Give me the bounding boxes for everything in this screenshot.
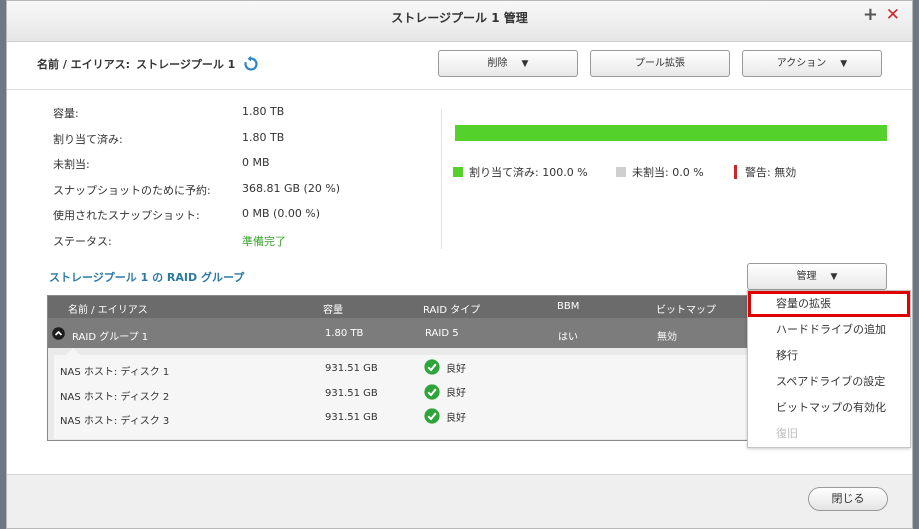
title-bar: ストレージプール 1 管理 + ✕ xyxy=(7,1,912,42)
window-title: ストレージプール 1 管理 xyxy=(391,11,528,25)
legend-warning-label: 警告: 無効 xyxy=(745,166,797,179)
pool-name-value: ストレージプール 1 xyxy=(136,58,236,71)
header-divider xyxy=(7,89,912,90)
delete-button-label: 削除 xyxy=(487,58,508,69)
check-circle-icon xyxy=(424,383,440,400)
disk-status-label: 良好 xyxy=(446,388,466,399)
info-value: 1.80 TB xyxy=(242,130,285,144)
menu-item-recover: 復旧 xyxy=(776,427,798,440)
group-name: RAID グループ 1 xyxy=(72,332,149,343)
manage-button-label: 管理 xyxy=(796,271,817,282)
info-key: 使用されたスナップショット: xyxy=(53,209,200,223)
menu-item-add-hard-drive[interactable]: ハードドライブの追加 xyxy=(748,317,910,343)
raid-section-title: ストレージプール 1 の RAID グループ xyxy=(49,271,245,284)
dialog-footer: 閉じる xyxy=(7,474,912,528)
plus-icon[interactable]: + xyxy=(863,5,878,25)
manage-dropdown-menu: 容量の拡張 ハードドライブの追加 移行 スペアドライブの設定 ビットマップの有効… xyxy=(747,290,911,448)
disk-status: 良好 xyxy=(424,359,466,375)
usage-bar xyxy=(455,125,887,141)
usage-bar-fill xyxy=(455,125,887,141)
refresh-icon[interactable] xyxy=(243,56,259,72)
delete-button[interactable]: 削除 ▼ xyxy=(438,50,578,77)
group-capacity: 1.80 TB xyxy=(325,328,364,339)
manage-button[interactable]: 管理 ▼ xyxy=(747,263,887,290)
menu-item-enable-bitmap[interactable]: ビットマップの有効化 xyxy=(748,395,910,421)
warning-swatch xyxy=(734,165,737,179)
disk-capacity: 931.51 GB xyxy=(325,387,378,399)
info-key: スナップショットのために予約: xyxy=(53,183,211,197)
menu-item-expand-capacity[interactable]: 容量の拡張 xyxy=(748,291,910,317)
allocated-swatch xyxy=(453,167,463,177)
check-circle-icon xyxy=(424,359,440,375)
column-header: RAID タイプ xyxy=(423,305,481,316)
info-value: 0 MB (0.00 %) xyxy=(242,207,321,221)
close-icon[interactable]: ✕ xyxy=(886,5,900,25)
disk-status-label: 良好 xyxy=(446,363,466,375)
column-header: ビットマップ xyxy=(656,305,716,316)
legend-unallocated-label: 未割当: 0.0 % xyxy=(632,166,704,179)
action-button[interactable]: アクション ▼ xyxy=(742,50,882,77)
expand-pointer xyxy=(66,348,80,355)
menu-item-migrate[interactable]: 移行 xyxy=(748,343,910,369)
expand-pool-button-label: プール拡張 xyxy=(635,58,685,69)
info-value: 368.81 GB (20 %) xyxy=(242,181,341,195)
chevron-down-icon: ▼ xyxy=(830,272,838,282)
check-circle-icon xyxy=(424,408,440,424)
column-header: 名前 / エイリアス xyxy=(68,305,148,316)
expand-pool-button[interactable]: プール拡張 xyxy=(590,50,730,77)
disk-status: 良好 xyxy=(424,408,466,424)
action-button-label: アクション xyxy=(776,58,827,69)
disk-status: 良好 xyxy=(424,383,466,400)
legend-allocated-label: 割り当て済み: 100.0 % xyxy=(469,166,588,179)
legend-allocated: 割り当て済み: 100.0 % xyxy=(453,164,588,180)
vertical-divider xyxy=(441,109,442,249)
column-header: 容量 xyxy=(323,305,343,316)
pool-name-row: 名前 / エイリアス: ストレージプール 1 xyxy=(37,55,259,73)
collapse-icon[interactable] xyxy=(52,327,65,340)
legend-warning: 警告: 無効 xyxy=(734,164,796,180)
disk-name: NAS ホスト: ディスク 3 xyxy=(60,416,170,427)
legend-unallocated: 未割当: 0.0 % xyxy=(616,164,704,180)
chevron-down-icon: ▼ xyxy=(521,59,529,69)
disk-status-label: 良好 xyxy=(446,412,466,424)
group-bitmap: 無効 xyxy=(657,332,677,343)
menu-item-set-spare-drive[interactable]: スペアドライブの設定 xyxy=(748,369,910,395)
info-value: 0 MB xyxy=(242,156,270,170)
info-key: 未割当: xyxy=(53,158,90,172)
info-value: 1.80 TB xyxy=(242,105,285,118)
status-value: 準備完了 xyxy=(242,234,286,248)
chevron-down-icon: ▼ xyxy=(840,59,848,69)
disk-name: NAS ホスト: ディスク 2 xyxy=(60,391,170,403)
info-key: ステータス: xyxy=(53,234,112,248)
disk-capacity: 931.51 GB xyxy=(325,363,378,374)
background-right xyxy=(913,0,919,529)
close-button[interactable]: 閉じる xyxy=(808,487,888,511)
pool-name-label: 名前 / エイリアス: xyxy=(37,58,131,71)
info-key: 容量: xyxy=(53,107,79,120)
disk-capacity: 931.51 GB xyxy=(325,412,378,423)
column-header: BBM xyxy=(557,301,580,312)
disk-name: NAS ホスト: ディスク 1 xyxy=(60,367,170,378)
group-type: RAID 5 xyxy=(425,328,459,339)
storage-pool-dialog: ストレージプール 1 管理 + ✕ 名前 / エイリアス: ストレージプール 1… xyxy=(6,0,913,529)
info-key: 割り当て済み: xyxy=(53,132,123,146)
unallocated-swatch xyxy=(616,167,626,177)
group-bbm: はい xyxy=(558,332,578,343)
